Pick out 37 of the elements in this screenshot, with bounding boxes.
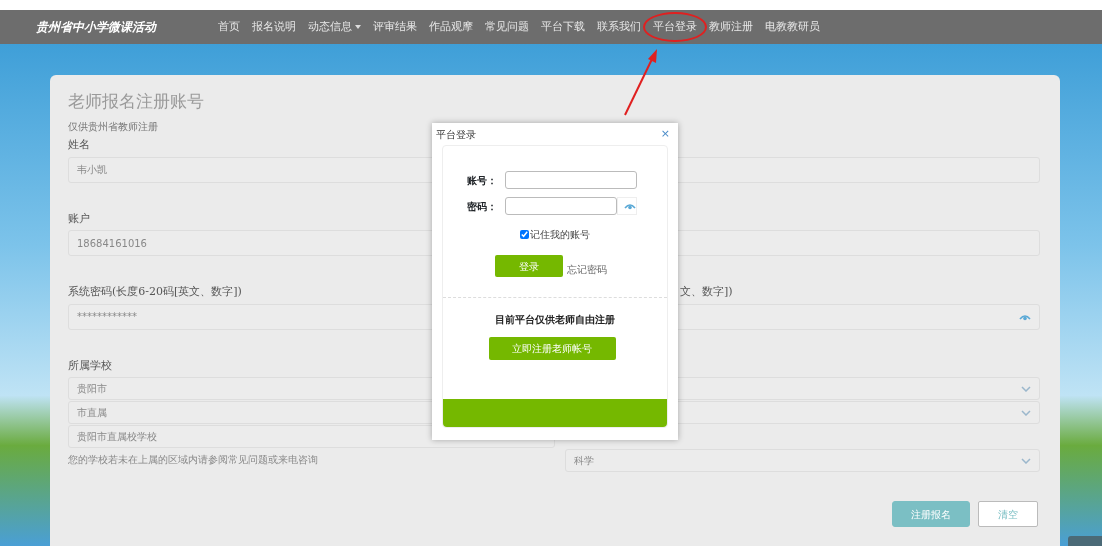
close-button[interactable]: × bbox=[660, 125, 670, 143]
password-field[interactable] bbox=[505, 197, 617, 215]
chevron-down-icon bbox=[1021, 457, 1031, 464]
eye-icon[interactable] bbox=[1019, 312, 1031, 321]
field-label: 密码： bbox=[466, 199, 498, 214]
select-field[interactable]: 科学 bbox=[565, 449, 1040, 472]
nav-link[interactable]: 电教教研员 bbox=[759, 18, 826, 36]
field-label: 姓名 bbox=[68, 137, 91, 153]
nav-link[interactable]: 动态信息 bbox=[302, 18, 367, 36]
chevron-down-icon bbox=[1021, 385, 1031, 392]
nav-link[interactable]: 报名说明 bbox=[246, 18, 302, 36]
field-label: 所属学校 bbox=[68, 357, 113, 374]
field-label: 账户 bbox=[68, 210, 91, 227]
nav-link[interactable]: 教师注册 bbox=[703, 18, 759, 36]
field-label: 系统密码(长度6-20码[英文、数字]) bbox=[68, 284, 243, 300]
nav-link[interactable]: 平台登录 bbox=[647, 18, 703, 36]
nav-link[interactable]: 常见问题 bbox=[479, 18, 535, 36]
field-label: 文、数字]) bbox=[680, 284, 734, 300]
register-teacher-button[interactable]: 立即注册老师帐号 bbox=[488, 337, 616, 360]
form-subtitle: 仅供贵州省教师注册 bbox=[68, 119, 158, 134]
nav-link[interactable]: 首页 bbox=[212, 18, 246, 36]
floating-tab[interactable] bbox=[1068, 536, 1102, 546]
dialog-title: 平台登录 bbox=[436, 127, 476, 142]
nav-link[interactable]: 作品观摩 bbox=[423, 18, 479, 36]
eye-icon[interactable] bbox=[624, 202, 636, 210]
account-field[interactable] bbox=[505, 171, 637, 189]
site-logo-text[interactable]: 贵州省中小学微课活动 bbox=[36, 18, 156, 36]
chevron-down-icon bbox=[1021, 409, 1031, 416]
caret-icon bbox=[355, 24, 361, 29]
login-button[interactable]: 登录 bbox=[495, 255, 563, 277]
nav-link[interactable]: 评审结果 bbox=[367, 18, 423, 36]
form-title: 老师报名注册账号 bbox=[68, 90, 205, 113]
forgot-password-link[interactable]: 忘记密码 bbox=[567, 261, 607, 277]
nav-link[interactable]: 联系我们 bbox=[591, 18, 647, 36]
nav-link[interactable]: 平台下载 bbox=[535, 18, 591, 36]
help-text: 您的学校若未在上属的区域内请参阅常见问题或来电咨询 bbox=[68, 453, 319, 467]
remember-checkbox[interactable] bbox=[520, 230, 529, 239]
